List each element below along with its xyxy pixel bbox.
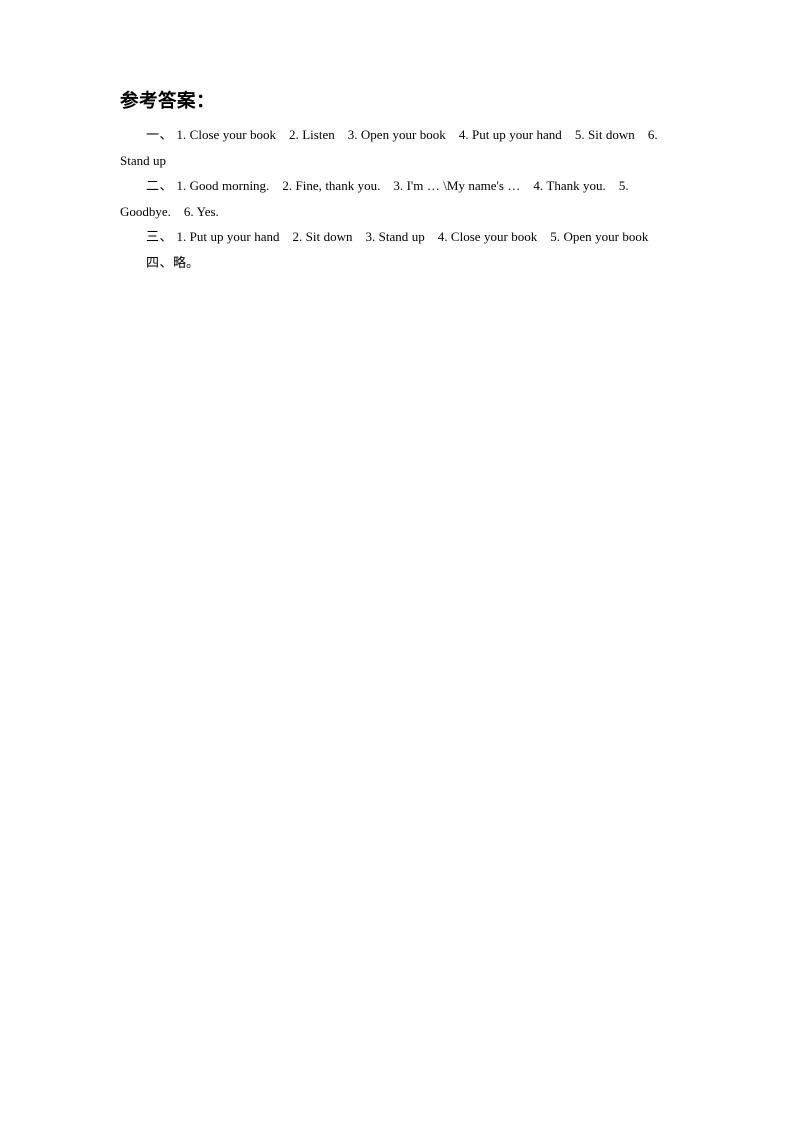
answer-item: 1. Good morning. — [176, 178, 270, 193]
answer-item: 2. Fine, thank you. — [282, 178, 381, 193]
answer-item: 3. Open your book — [347, 127, 446, 142]
answer-key-content: 参考答案： 一、 1. Close your book 2. Listen 3. O… — [120, 88, 676, 275]
section-label-3: 三、 — [146, 229, 174, 244]
answer-section-1: 一、 1. Close your book 2. Listen 3. Open yo… — [120, 122, 676, 173]
document-page: 参考答案： 一、 1. Close your book 2. Listen 3. O… — [0, 0, 794, 1123]
answer-item: 2. Sit down — [292, 229, 353, 244]
answer-item: 5. Sit down — [574, 127, 635, 142]
answer-section-3: 三、 1. Put up your hand 2. Sit down 3. Stan… — [120, 224, 676, 250]
answer-item: 1. Put up your hand — [176, 229, 280, 244]
answer-item: 5. Open your book — [550, 229, 649, 244]
answer-section-4: 四、略。 — [120, 250, 676, 276]
section-label-2: 二、 — [146, 178, 174, 193]
answer-item: 3. I'm … \My name's … — [393, 178, 521, 193]
answer-item: 3. Stand up — [365, 229, 425, 244]
answer-item: 2. Listen — [289, 127, 335, 142]
answer-item: 4. Put up your hand — [458, 127, 562, 142]
answer-item: 6. Yes. — [183, 203, 219, 219]
answer-item: 4. Thank you. — [533, 178, 606, 193]
section-label-1: 一、 — [146, 127, 174, 142]
page-title: 参考答案： — [120, 92, 216, 112]
answer-item: 略。 — [173, 254, 200, 270]
answer-item: 1. Close your book — [176, 127, 277, 142]
section-label-4: 四、 — [146, 254, 174, 270]
answer-section-2: 二、 1. Good morning. 2. Fine, thank you. 3.… — [120, 173, 676, 224]
answer-item: 4. Close your book — [437, 229, 538, 244]
